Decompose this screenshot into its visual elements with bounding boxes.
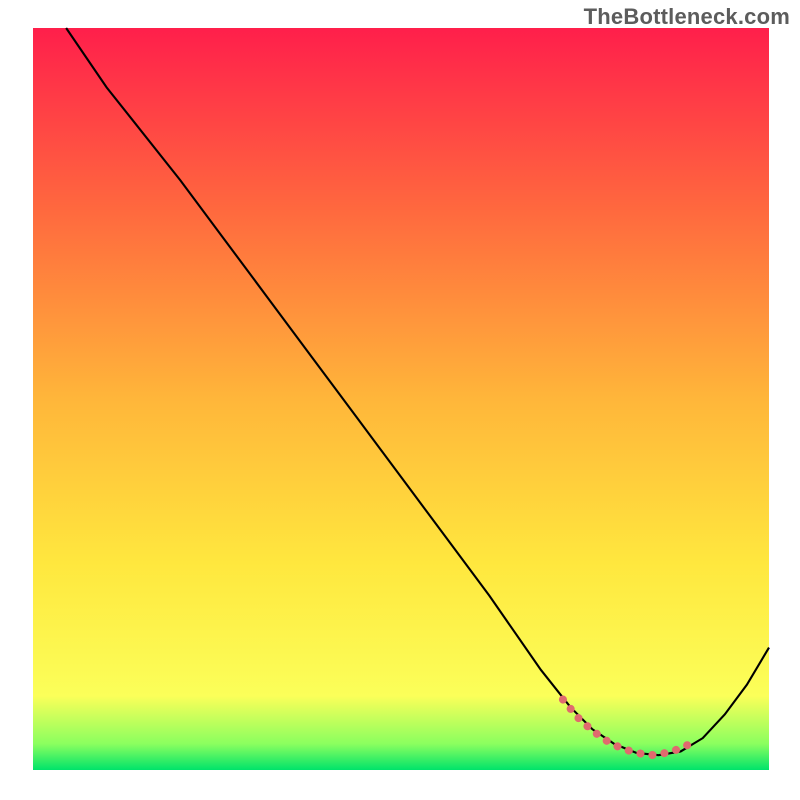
- watermark-text: TheBottleneck.com: [584, 4, 790, 30]
- gradient-background: [33, 28, 769, 770]
- chart-container: TheBottleneck.com: [0, 0, 800, 800]
- bottleneck-chart: [0, 0, 800, 800]
